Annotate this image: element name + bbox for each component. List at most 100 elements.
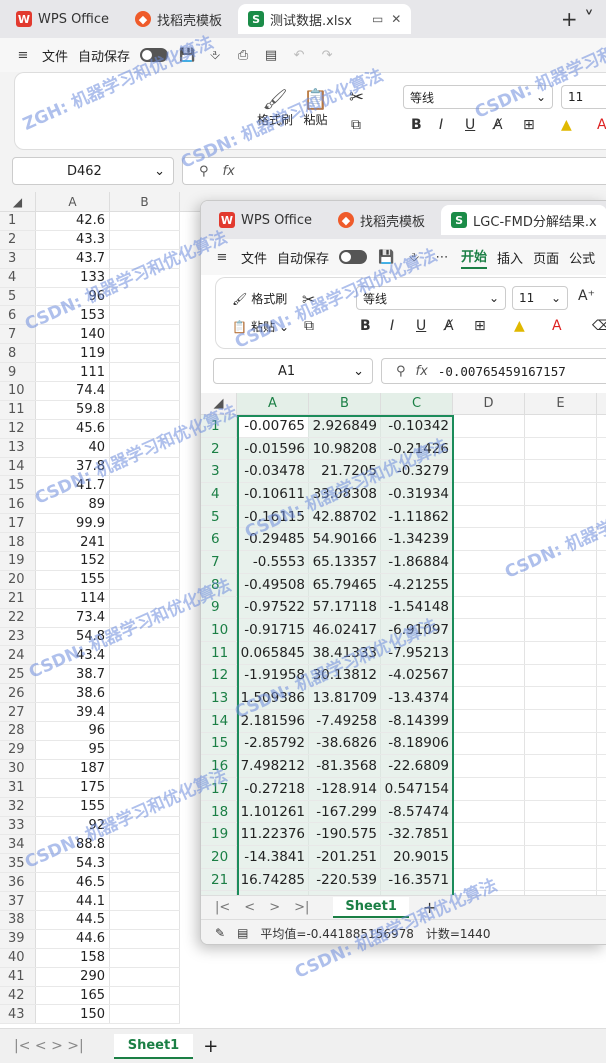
cell-d[interactable] [453, 709, 525, 732]
cell-a[interactable]: 119 [36, 344, 110, 363]
column-header-d[interactable]: D [453, 393, 525, 414]
bg-name-box[interactable]: D462 ⌄ [12, 157, 174, 185]
row-number[interactable]: 18 [201, 800, 237, 823]
cell-b[interactable]: 38.41333 [309, 641, 381, 664]
save-icon[interactable]: 💾 [377, 248, 395, 266]
tab-home[interactable]: 开始 [461, 246, 488, 269]
cell-c[interactable]: -1.11862 [381, 505, 453, 528]
column-header-e[interactable]: E [525, 393, 597, 414]
row-number[interactable]: 17 [201, 778, 237, 800]
cell-b[interactable]: -190.575 [309, 823, 381, 846]
paste-button[interactable]: 📋 粘贴 [303, 87, 328, 128]
row-number[interactable]: 27 [0, 703, 36, 722]
cell-a[interactable]: 96 [36, 722, 110, 740]
row-number[interactable]: 12 [0, 419, 36, 438]
cell-b[interactable] [110, 854, 180, 873]
font-size-select[interactable]: 11 ⌄ [512, 286, 568, 310]
cell-c[interactable]: -0.10342 [381, 415, 453, 437]
row-number[interactable]: 32 [0, 797, 36, 816]
cell-a[interactable]: 175 [36, 778, 110, 797]
row-number[interactable]: 5 [201, 505, 237, 528]
fill-color-icon[interactable]: ▲ [514, 318, 525, 334]
cell-a[interactable]: 11.22376 [237, 823, 309, 846]
cell-b[interactable]: 57.17118 [309, 596, 381, 619]
row-number[interactable]: 31 [0, 778, 36, 797]
cell-e[interactable] [525, 800, 597, 823]
bg-tab-daoke[interactable]: ◆ 找稻壳模板 [125, 4, 232, 34]
cell-b[interactable]: 54.90166 [309, 528, 381, 551]
close-icon[interactable]: ✕ [391, 12, 401, 26]
row-number[interactable]: 3 [0, 249, 36, 268]
cell-b[interactable] [110, 495, 180, 514]
cell-d[interactable] [453, 664, 525, 687]
cell-b[interactable] [110, 570, 180, 589]
cell-a[interactable]: -0.00765 [237, 415, 309, 437]
cell-b[interactable] [110, 816, 180, 835]
italic-icon[interactable]: I [390, 318, 394, 334]
autosave-toggle[interactable] [339, 250, 368, 264]
cell-a[interactable]: -1.91958 [237, 664, 309, 687]
cell-a[interactable]: -0.27218 [237, 778, 309, 800]
cell-d[interactable] [453, 415, 525, 437]
autosave-toggle[interactable] [140, 48, 169, 62]
font-color-icon[interactable]: A [552, 318, 562, 334]
row-number[interactable]: 33 [0, 816, 36, 835]
cell-a[interactable]: 95 [36, 740, 110, 759]
cell-a[interactable]: 54.8 [36, 627, 110, 646]
cell-b[interactable] [110, 797, 180, 816]
row-number[interactable]: 15 [0, 476, 36, 495]
cell-b[interactable] [110, 382, 180, 400]
file-menu[interactable]: 文件 [241, 248, 267, 267]
fx-icon[interactable]: fx [223, 164, 235, 179]
tab-page[interactable]: 页面 [533, 248, 559, 267]
bg-tab-file[interactable]: S 测试数据.xlsx ▭ ✕ [238, 4, 412, 34]
cell-c[interactable]: 20.9015 [381, 846, 453, 868]
cell-c[interactable]: -4.21255 [381, 573, 453, 596]
fg-tab-file[interactable]: S LGC-FMD分解结果.x [441, 205, 606, 235]
cell-a[interactable]: 96 [36, 287, 110, 306]
underline-icon[interactable]: U [416, 318, 426, 334]
cell-a[interactable]: 44.6 [36, 929, 110, 948]
cell-b[interactable] [110, 646, 180, 665]
row-number[interactable]: 14 [0, 457, 36, 476]
cell-b[interactable] [110, 306, 180, 325]
row-number[interactable]: 21 [0, 589, 36, 608]
cell-e[interactable] [525, 483, 597, 505]
undo-icon[interactable]: ↶ [290, 46, 308, 64]
format-painter-button[interactable]: 🖌 格式刷 [257, 87, 293, 128]
cell-d[interactable] [453, 551, 525, 573]
row-number[interactable]: 6 [0, 306, 36, 325]
font-name-select[interactable]: 等线 ⌄ [356, 286, 506, 310]
cell-e[interactable] [525, 528, 597, 551]
cell-b[interactable]: 2.926849 [309, 415, 381, 437]
cell-d[interactable] [453, 483, 525, 505]
format-painter-button[interactable]: 🖌 格式刷 [232, 290, 287, 307]
export-pdf-icon[interactable]: ⎀ [405, 248, 423, 266]
font-color-icon[interactable]: A [597, 117, 606, 133]
print-icon[interactable]: ⎙ [234, 46, 252, 64]
cell-a[interactable]: 42.6 [36, 212, 110, 230]
row-number[interactable]: 20 [201, 846, 237, 868]
cell-c[interactable]: -7.95213 [381, 641, 453, 664]
bold-icon[interactable]: B [411, 117, 422, 133]
cell-b[interactable]: 33.08308 [309, 483, 381, 505]
cell-d[interactable] [453, 868, 525, 891]
view-toggle-icon[interactable]: ▤ [237, 926, 248, 940]
cell-a[interactable]: 43.4 [36, 646, 110, 665]
row-number[interactable]: 24 [0, 646, 36, 665]
cell-b[interactable] [110, 419, 180, 438]
row-number[interactable]: 43 [0, 1005, 36, 1024]
row-number[interactable]: 30 [0, 759, 36, 778]
row-number[interactable]: 36 [0, 873, 36, 892]
cell-b[interactable] [110, 287, 180, 306]
fg-formula-input[interactable]: ⚲ fx -0.00765459167157 [381, 358, 606, 384]
cell-e[interactable] [525, 687, 597, 709]
cell-b[interactable] [110, 438, 180, 457]
cell-d[interactable] [453, 846, 525, 868]
cell-a[interactable]: -0.29485 [237, 528, 309, 551]
row-number[interactable]: 18 [0, 533, 36, 552]
cut-icon[interactable]: ✂ [302, 290, 315, 309]
cell-b[interactable] [110, 457, 180, 476]
row-number[interactable]: 10 [201, 619, 237, 641]
cell-b[interactable] [110, 363, 180, 382]
